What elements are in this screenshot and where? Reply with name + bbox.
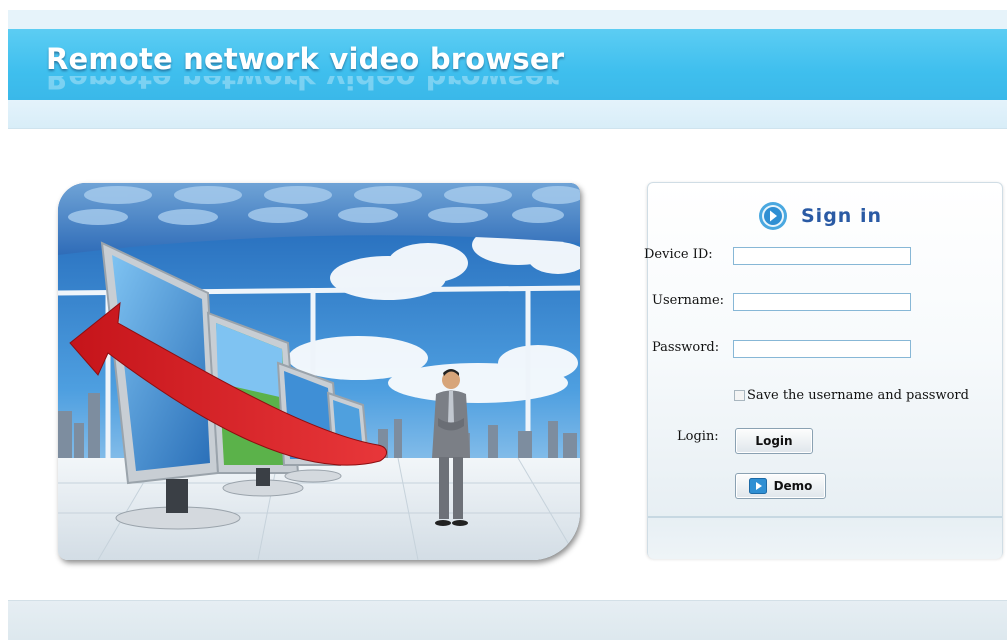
demo-button[interactable]: Demo xyxy=(735,473,826,499)
header-banner: Remote network video browser Remote netw… xyxy=(8,29,1007,100)
login-button-label: Login xyxy=(755,434,793,448)
promo-image xyxy=(58,183,580,560)
footer-band xyxy=(8,600,1007,640)
header-sub-band xyxy=(8,100,1007,129)
password-field[interactable] xyxy=(733,340,911,358)
app-title-reflection: Remote network video browser xyxy=(46,76,559,92)
device-id-label: Device ID: xyxy=(644,247,713,262)
demo-button-label: Demo xyxy=(773,479,813,493)
save-credentials-row: Save the username and password xyxy=(734,388,969,403)
save-credentials-label: Save the username and password xyxy=(747,388,969,403)
top-strip xyxy=(8,10,1007,29)
password-label: Password: xyxy=(652,340,720,355)
play-icon xyxy=(748,478,767,494)
app-title: Remote network video browser xyxy=(46,42,565,76)
arrow-circle-icon xyxy=(759,202,787,230)
signin-header: Sign in xyxy=(758,200,882,232)
username-label: Username: xyxy=(652,293,725,308)
login-button[interactable]: Login xyxy=(735,428,813,454)
device-id-field[interactable] xyxy=(733,247,911,265)
login-label: Login: xyxy=(677,429,719,444)
signin-title: Sign in xyxy=(801,205,882,227)
save-credentials-checkbox[interactable] xyxy=(734,390,745,401)
signin-panel: Sign in Device ID: Username: Password: S… xyxy=(644,182,1003,559)
username-field[interactable] xyxy=(733,293,911,311)
signin-panel-footer xyxy=(648,516,1002,559)
